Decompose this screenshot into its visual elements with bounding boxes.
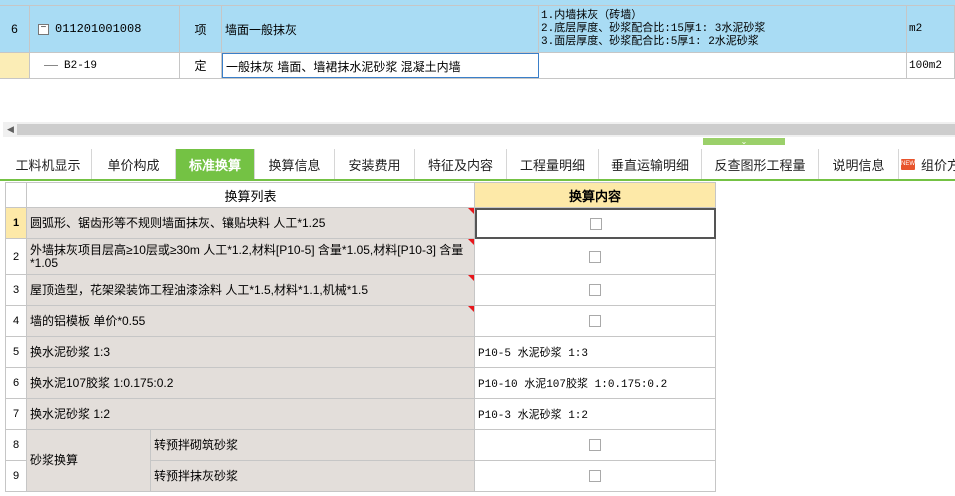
tab-reverse-lookup[interactable]: 反查图形工程量 [702, 149, 819, 179]
row-number: 5 [5, 337, 27, 368]
tab-unit-price[interactable]: 单价构成 [92, 149, 176, 179]
corner-cell [5, 182, 27, 208]
bill-row-6[interactable]: 6 − 011201001008 项 墙面一般抹灰 1.内墙抹灰（砖墙） 2.底… [0, 6, 955, 53]
conversion-checkbox[interactable] [589, 439, 601, 451]
conversion-row[interactable]: 9 转预拌抹灰砂浆 [5, 461, 716, 492]
conversion-desc: 圆弧形、锯齿形等不规则墙面抹灰、镶贴块料 人工*1.25 [27, 208, 475, 239]
conversion-content[interactable] [475, 461, 716, 492]
conversion-checkbox[interactable] [589, 284, 601, 296]
tab-standard-conversion[interactable]: 标准换算 [176, 149, 255, 179]
scrollbar-thumb[interactable] [17, 124, 955, 135]
conversion-checkbox[interactable] [589, 470, 601, 482]
row-number [0, 53, 30, 78]
note-flag-icon [468, 306, 474, 312]
sub-code: B2-19 [64, 59, 98, 72]
conversion-checkbox[interactable] [589, 250, 601, 263]
conversion-content[interactable] [475, 275, 716, 306]
row-number: 1 [5, 208, 27, 239]
conversion-content[interactable] [475, 208, 716, 239]
desc-text: 转预拌砌筑砂浆 [154, 437, 239, 452]
conversion-content[interactable]: P10-10 水泥107胶浆 1:0.175:0.2 [475, 368, 716, 399]
tab-install-fee[interactable]: 安装费用 [335, 149, 415, 179]
conversion-row[interactable]: 1 圆弧形、锯齿形等不规则墙面抹灰、镶贴块料 人工*1.25 [5, 208, 716, 239]
row-number: 8 [5, 430, 27, 461]
row-number: 4 [5, 306, 27, 337]
conversion-desc: 转预拌砌筑砂浆 [151, 430, 475, 461]
item-code: 011201001008 [55, 22, 142, 36]
conversion-desc: 换水泥107胶浆 1:0.175:0.2 [27, 368, 475, 399]
sub-features [539, 53, 907, 78]
note-flag-icon [468, 208, 474, 214]
conversion-row[interactable]: 7 换水泥砂浆 1:2 P10-3 水泥砂浆 1:2 [5, 399, 716, 430]
tab-quantity-detail[interactable]: 工程量明细 [507, 149, 599, 179]
sub-type: 定 [180, 53, 222, 78]
row-number: 9 [5, 461, 27, 492]
conversion-row[interactable]: 2 外墙抹灰项目层高≥10层或≥30m 人工*1.2,材料[P10-5] 含量*… [5, 239, 716, 275]
tab-material-machine[interactable]: 工料机显示 [5, 149, 92, 179]
sub-name-editor[interactable]: 一般抹灰 墙面、墙裙抹水泥砂浆 混凝土内墙 [222, 53, 539, 78]
desc-text: 换水泥砂浆 1:2 [30, 406, 111, 421]
conversion-desc: 外墙抹灰项目层高≥10层或≥30m 人工*1.2,材料[P10-5] 含量*1.… [27, 239, 475, 275]
note-flag-icon [468, 239, 474, 245]
desc-text: 圆弧形、锯齿形等不规则墙面抹灰、镶贴块料 人工*1.25 [30, 215, 326, 230]
conversion-content[interactable]: P10-5 水泥砂浆 1:3 [475, 337, 716, 368]
header-conversion-list: 换算列表 [27, 182, 475, 208]
detail-tabs: 工料机显示 单价构成 标准换算 换算信息 安装费用 特征及内容 工程量明细 垂直… [0, 149, 955, 181]
conversion-content[interactable] [475, 430, 716, 461]
conversion-desc: 换水泥砂浆 1:3 [27, 337, 475, 368]
splitter-handle[interactable]: ⌄ [703, 138, 785, 146]
desc-text: 屋顶造型，花架梁装饰工程油漆涂料 人工*1.5,材料*1.1,机械*1.5 [30, 282, 369, 297]
conversion-content[interactable]: P10-3 水泥砂浆 1:2 [475, 399, 716, 430]
row-number: 3 [5, 275, 27, 306]
sub-code-cell: B2-19 [30, 53, 180, 78]
conversion-row[interactable]: 4 墙的铝模板 单价*0.55 [5, 306, 716, 337]
new-badge-icon: NEW [901, 158, 915, 170]
tab-features[interactable]: 特征及内容 [415, 149, 507, 179]
feature-line: 3.面层厚度、砂浆配合比:5厚1: 2水泥砂浆 [541, 35, 759, 48]
note-flag-icon [468, 275, 474, 281]
feature-line: 1.内墙抹灰（砖墙） [541, 9, 643, 22]
bill-grid: 6 − 011201001008 项 墙面一般抹灰 1.内墙抹灰（砖墙） 2.底… [0, 0, 955, 80]
feature-line: 2.底层厚度、砂浆配合比:15厚1: 3水泥砂浆 [541, 22, 766, 35]
tab-vertical-transport[interactable]: 垂直运输明细 [599, 149, 702, 179]
row-number: 6 [0, 6, 30, 52]
desc-text: 转预拌抹灰砂浆 [154, 468, 239, 483]
desc-text: 外墙抹灰项目层高≥10层或≥30m 人工*1.2,材料[P10-5] 含量*1.… [30, 242, 464, 270]
conversion-row[interactable]: 5 换水泥砂浆 1:3 P10-5 水泥砂浆 1:3 [5, 337, 716, 368]
collapse-icon[interactable]: − [38, 23, 49, 35]
item-unit: m2 [907, 6, 955, 52]
desc-text: 换水泥砂浆 1:3 [30, 344, 111, 359]
conversion-row[interactable]: 3 屋顶造型，花架梁装饰工程油漆涂料 人工*1.5,材料*1.1,机械*1.5 [5, 275, 716, 306]
desc-text: 换水泥107胶浆 1:0.175:0.2 [30, 375, 174, 390]
scroll-left-icon[interactable]: ◀ [7, 124, 14, 135]
row-number: 6 [5, 368, 27, 399]
desc-text: 墙的铝模板 单价*0.55 [30, 313, 146, 328]
conversion-content[interactable] [475, 239, 716, 275]
conversion-row[interactable]: 6 换水泥107胶浆 1:0.175:0.2 P10-10 水泥107胶浆 1:… [5, 368, 716, 399]
conversion-checkbox[interactable] [589, 315, 601, 327]
tab-pricing[interactable]: NEW 组价方 [899, 149, 955, 179]
tab-description[interactable]: 说明信息 [819, 149, 899, 179]
item-type: 项 [180, 6, 222, 52]
row-number: 2 [5, 239, 27, 275]
conversion-checkbox[interactable] [589, 217, 602, 230]
horizontal-scrollbar[interactable]: ◀ [3, 122, 955, 137]
tab-pricing-label: 组价方 [921, 157, 955, 173]
tree-line [44, 65, 58, 66]
sub-unit: 100m2 [907, 53, 955, 78]
sub-name: 一般抹灰 墙面、墙裙抹水泥砂浆 混凝土内墙 [226, 60, 461, 74]
conversion-desc: 换水泥砂浆 1:2 [27, 399, 475, 430]
tab-conversion-info[interactable]: 换算信息 [255, 149, 335, 179]
conversion-desc: 屋顶造型，花架梁装饰工程油漆涂料 人工*1.5,材料*1.1,机械*1.5 [27, 275, 475, 306]
item-code-cell[interactable]: − 011201001008 [30, 6, 180, 52]
conversion-row[interactable]: 8 转预拌砌筑砂浆 [5, 430, 716, 461]
conversion-desc: 墙的铝模板 单价*0.55 [27, 306, 475, 337]
row-number: 7 [5, 399, 27, 430]
item-features: 1.内墙抹灰（砖墙） 2.底层厚度、砂浆配合比:15厚1: 3水泥砂浆 3.面层… [539, 6, 907, 52]
conversion-content[interactable] [475, 306, 716, 337]
item-name: 墙面一般抹灰 [222, 6, 539, 52]
header-conversion-content: 换算内容 [475, 182, 716, 208]
conversion-desc: 转预拌抹灰砂浆 [151, 461, 475, 492]
